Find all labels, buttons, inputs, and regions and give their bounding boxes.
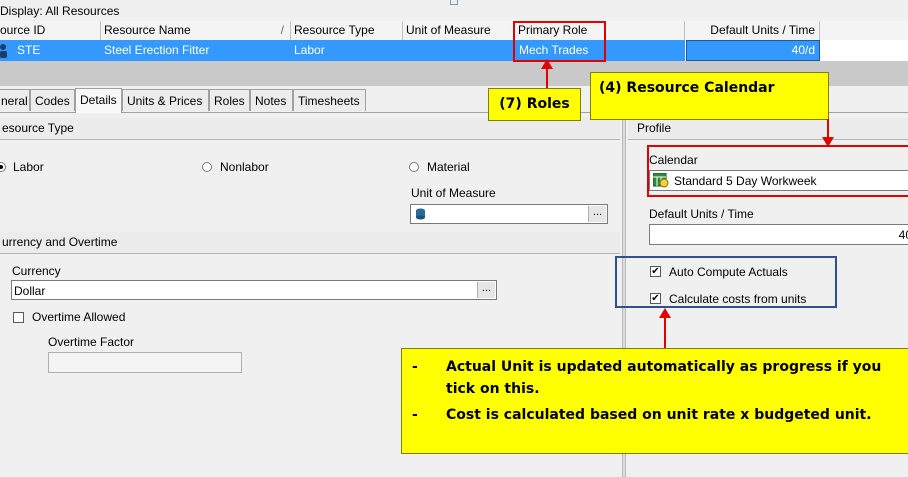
material-radio[interactable] — [409, 162, 419, 172]
uom-label: Unit of Measure — [411, 186, 496, 200]
grid-header: ource ID Resource Name / Resource Type Un… — [0, 21, 908, 41]
resource-type-panel: esource Type Labor Nonlabor Material Uni… — [0, 118, 620, 230]
splitter-handle-icon[interactable] — [450, 0, 458, 5]
note-list: - Actual Unit is updated automatically as… — [402, 356, 908, 426]
row-resource-id: STE — [17, 43, 41, 57]
roles-arrowhead-icon — [541, 59, 553, 69]
profile-checkbox-group-highlight — [615, 256, 837, 308]
profile-heading: Profile — [628, 118, 908, 140]
note-callout: - Actual Unit is updated automatically as… — [401, 348, 908, 454]
overtime-factor-field[interactable] — [48, 352, 242, 373]
nonlabor-radio[interactable] — [202, 162, 212, 172]
calendar-highlight — [647, 145, 908, 197]
overtime-allowed-checkbox[interactable] — [13, 312, 24, 323]
primary-role-highlight — [513, 21, 606, 62]
resource-person-icon — [0, 44, 7, 58]
currency-field[interactable]: Dollar ... — [11, 280, 497, 300]
col-resource-type[interactable]: Resource Type — [291, 21, 403, 40]
roles-callout: (7) Roles — [488, 88, 581, 121]
tab-notes[interactable]: Notes — [250, 89, 293, 111]
tab-codes[interactable]: Codes — [30, 89, 75, 111]
tab-details[interactable]: Details — [75, 88, 122, 113]
measure-cylinder-icon — [416, 208, 425, 220]
tab-units-prices[interactable]: Units & Prices — [122, 89, 209, 111]
default-units-field[interactable]: 40 — [649, 224, 908, 245]
col-resource-id[interactable]: ource ID — [0, 21, 101, 40]
row-resource-name: Steel Erection Fitter — [104, 43, 210, 57]
uom-browse-button[interactable]: ... — [588, 206, 606, 222]
window-title: Display: All Resources — [0, 4, 120, 18]
tab-roles[interactable]: Roles — [209, 89, 250, 111]
note-item-1: - Actual Unit is updated automatically as… — [412, 359, 882, 397]
table-row[interactable]: STE Steel Erection Fitter Labor Mech Tra… — [0, 40, 908, 61]
uom-field[interactable]: ... — [410, 204, 608, 224]
checkbox-arrowhead-icon — [659, 308, 671, 318]
col-unit-of-measure[interactable]: Unit of Measure — [403, 21, 515, 40]
resource-type-heading: esource Type — [0, 118, 620, 140]
tab-timesheets[interactable]: Timesheets — [293, 89, 366, 111]
overtime-factor-label: Overtime Factor — [48, 335, 135, 349]
window-title-bar: Display: All Resources — [0, 0, 908, 22]
row-resource-type: Labor — [294, 43, 325, 57]
tab-general[interactable]: neral — [0, 89, 30, 111]
resize-slash-icon: / — [280, 23, 284, 37]
nonlabor-radio-label: Nonlabor — [220, 160, 269, 174]
currency-label: Currency — [12, 264, 61, 278]
overtime-allowed-label: Overtime Allowed — [32, 310, 126, 324]
labor-radio[interactable] — [0, 162, 6, 172]
currency-overtime-heading: urrency and Overtime — [0, 232, 620, 254]
row-default-units[interactable]: 40/d — [686, 40, 820, 61]
material-radio-label: Material — [427, 160, 470, 174]
default-units-label: Default Units / Time — [649, 207, 754, 221]
calendar-callout: (4) Resource Calendar — [590, 72, 829, 120]
col-default-units[interactable]: Default Units / Time — [685, 21, 820, 40]
currency-browse-button[interactable]: ... — [477, 282, 495, 298]
col-resource-name[interactable]: Resource Name / — [101, 21, 291, 40]
labor-radio-label: Labor — [13, 160, 44, 174]
note-item-2: - Cost is calculated based on unit rate x… — [412, 407, 872, 423]
